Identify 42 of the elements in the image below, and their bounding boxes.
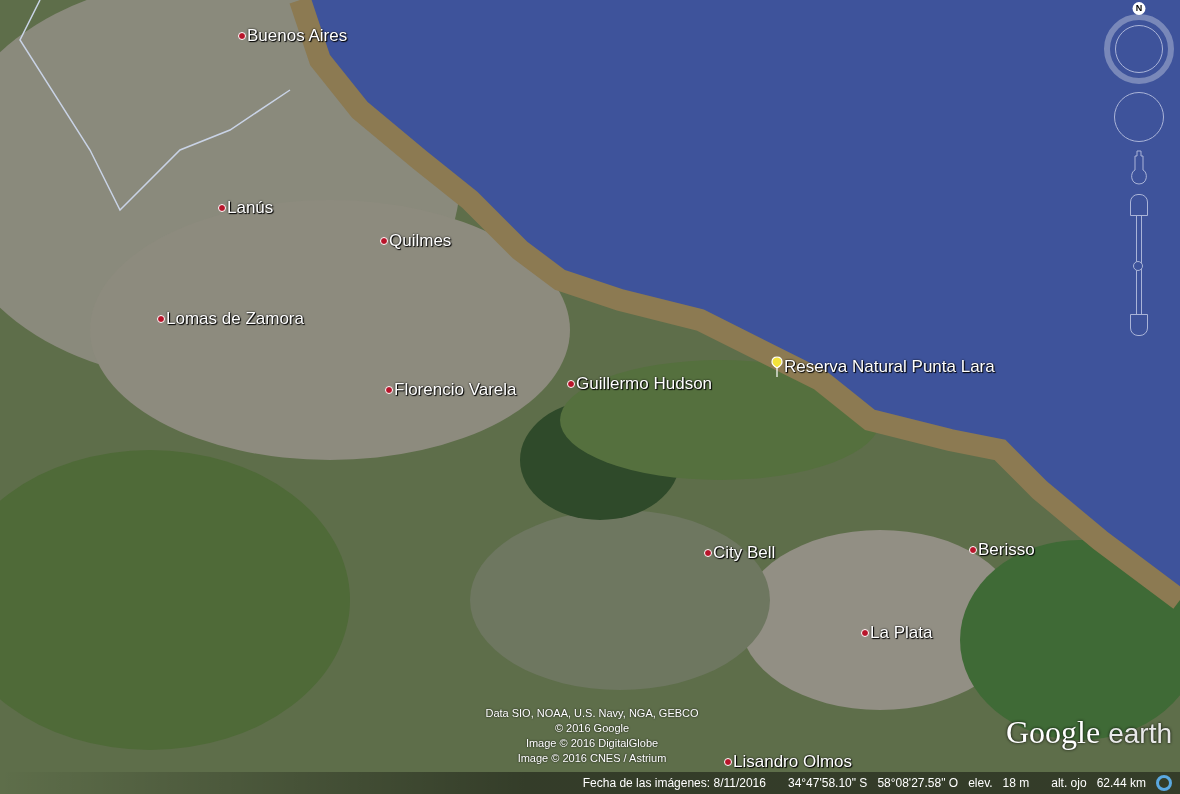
zoom-in-button[interactable]	[1130, 194, 1148, 216]
attribution-text: Image © 2016 CNES / Astrium	[517, 751, 667, 766]
place-label[interactable]: Quilmes	[389, 231, 452, 251]
eye-altitude-label: alt. ojo	[1051, 776, 1087, 790]
attribution-text: © 2016 Google	[554, 721, 630, 736]
look-joystick[interactable]	[1114, 92, 1164, 142]
elevation-value: 18 m	[1002, 776, 1030, 790]
place-label[interactable]: Lanús	[227, 198, 274, 218]
place-label[interactable]: Reserva Natural Punta Lara	[784, 357, 995, 377]
attribution-text: Image © 2016 DigitalGlobe	[525, 736, 659, 751]
place-marker-icon[interactable]	[218, 204, 226, 212]
attribution-text: Data SIO, NOAA, U.S. Navy, NGA, GEBCO	[485, 706, 699, 721]
place-marker-icon[interactable]	[567, 380, 575, 388]
place-label[interactable]: Berisso	[978, 540, 1035, 560]
place-marker-icon[interactable]	[861, 629, 869, 637]
zoom-out-button[interactable]	[1130, 314, 1148, 336]
place-label[interactable]: Buenos Aires	[247, 26, 348, 46]
place-marker-icon[interactable]	[969, 546, 977, 554]
streaming-indicator-icon	[1156, 775, 1172, 791]
eye-altitude-value: 62.44 km	[1096, 776, 1146, 790]
place-label[interactable]: Florencio Varela	[394, 380, 517, 400]
place-marker-icon[interactable]	[238, 32, 246, 40]
zoom-slider[interactable]	[1136, 216, 1142, 314]
place-marker-icon[interactable]	[385, 386, 393, 394]
imagery-date: Fecha de las imágenes: 8/11/2016	[582, 776, 766, 790]
elevation-label: elev.	[968, 776, 993, 790]
place-label[interactable]: Lisandro Olmos	[733, 752, 853, 772]
latitude-text: 34°47'58.10" S	[787, 776, 868, 790]
place-marker-icon[interactable]	[704, 549, 712, 557]
zoom-slider-thumb[interactable]	[1133, 261, 1143, 271]
place-label[interactable]: City Bell	[713, 543, 776, 563]
place-marker-icon[interactable]	[724, 758, 732, 766]
place-label[interactable]: Guillermo Hudson	[576, 374, 713, 394]
longitude-text: 58°08'27.58" O	[877, 776, 959, 790]
place-marker-icon[interactable]	[380, 237, 388, 245]
logo-brand-text: Google	[1005, 714, 1101, 751]
place-label[interactable]: La Plata	[870, 623, 933, 643]
logo-product-text: earth	[1108, 718, 1172, 750]
pushpin-icon[interactable]	[771, 356, 783, 378]
place-label[interactable]: Lomas de Zamora	[166, 309, 304, 329]
pegman-icon[interactable]	[1129, 150, 1149, 186]
place-marker-icon[interactable]	[157, 315, 165, 323]
